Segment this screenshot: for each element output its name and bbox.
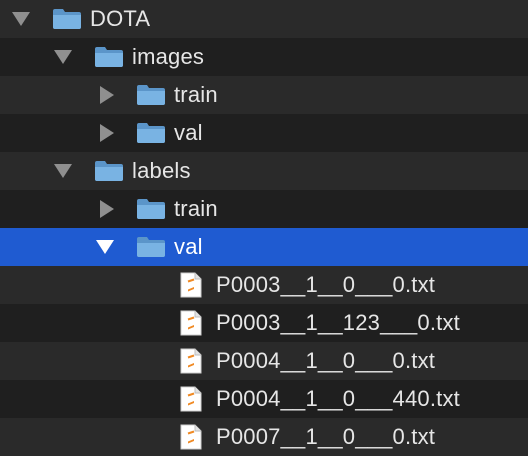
tree-item-label: DOTA [90,6,151,31]
file-label: P0003__1__0___0.txt [216,272,436,297]
tree-item-label: train [174,82,218,107]
text-file-icon [180,386,202,412]
tree-item-labels-train[interactable]: train [0,190,528,228]
expand-arrow-closed-icon[interactable] [100,86,114,104]
tree-item-dota[interactable]: DOTA [0,0,528,38]
expand-arrow-open-icon[interactable] [54,50,72,64]
tree-item-label: train [174,196,218,221]
file-label: P0004__1__0___440.txt [216,386,460,411]
file-item[interactable]: P0003__1__123___0.txt [0,304,528,342]
file-label: P0004__1__0___0.txt [216,348,436,373]
expand-arrow-open-icon[interactable] [96,240,114,254]
tree-item-images-val[interactable]: val [0,114,528,152]
expand-arrow-closed-icon[interactable] [100,200,114,218]
tree-item-labels[interactable]: labels [0,152,528,190]
file-item[interactable]: P0007__1__0___0.txt [0,418,528,456]
expand-arrow-closed-icon[interactable] [100,124,114,142]
expand-arrow-open-icon[interactable] [54,164,72,178]
tree-item-images-train[interactable]: train [0,76,528,114]
folder-icon [95,161,123,181]
file-item[interactable]: P0004__1__0___440.txt [0,380,528,418]
text-file-icon [180,272,202,298]
file-label: P0007__1__0___0.txt [216,424,436,449]
folder-icon [137,123,165,143]
file-tree: DOTA images train val labels train val P… [0,0,528,456]
tree-item-label: val [174,234,203,259]
folder-icon [137,199,165,219]
text-file-icon [180,348,202,374]
text-file-icon [180,424,202,450]
tree-item-label: labels [132,158,191,183]
file-item[interactable]: P0003__1__0___0.txt [0,266,528,304]
tree-item-images[interactable]: images [0,38,528,76]
expand-arrow-open-icon[interactable] [12,12,30,26]
tree-item-label: images [132,44,205,69]
folder-icon [137,85,165,105]
file-label: P0003__1__123___0.txt [216,310,460,335]
folder-icon [137,237,165,257]
folder-icon [95,47,123,67]
tree-item-label: val [174,120,203,145]
file-item[interactable]: P0004__1__0___0.txt [0,342,528,380]
folder-icon [53,9,81,29]
text-file-icon [180,310,202,336]
tree-item-labels-val[interactable]: val [0,228,528,266]
